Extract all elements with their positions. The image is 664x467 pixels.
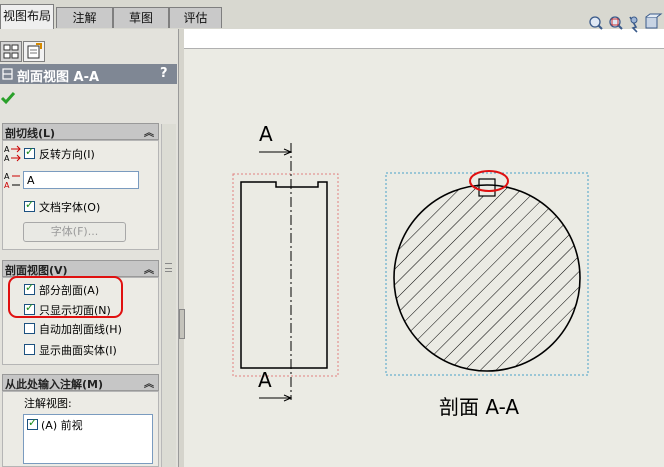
keyway-notch bbox=[478, 178, 496, 197]
section-view-group-header[interactable]: 剖面视图(V) ︽ bbox=[2, 260, 159, 277]
panel-scrollbar[interactable] bbox=[161, 124, 176, 467]
help-button[interactable]: ? bbox=[160, 66, 168, 81]
import-annotations-group-header[interactable]: 从此处输入注解(M) ︽ bbox=[2, 374, 159, 391]
view-settings-icon[interactable] bbox=[645, 13, 663, 29]
highlight-oval bbox=[8, 276, 123, 318]
auto-hatching-checkbox[interactable] bbox=[24, 323, 35, 334]
display-surface-bodies-checkbox[interactable] bbox=[24, 344, 35, 355]
annotation-view-item[interactable]: (A) 前视 bbox=[41, 417, 83, 433]
collapse-chevron-icon[interactable]: ︽ bbox=[144, 261, 154, 276]
font-button: 字体(F)... bbox=[23, 222, 126, 242]
doc-font-checkbox[interactable] bbox=[24, 198, 35, 212]
collapse-chevron-icon[interactable]: ︽ bbox=[144, 124, 154, 139]
command-manager-tabs: 视图布局 注解 草图 评估 bbox=[0, 0, 664, 29]
annotation-views-label: 注解视图: bbox=[24, 397, 72, 410]
section-line-group-header[interactable]: 剖切线(L) ︽ bbox=[2, 123, 159, 140]
rotate-view-icon[interactable] bbox=[629, 16, 638, 33]
auto-hatching-label: 自动加剖面线(H) bbox=[39, 323, 122, 336]
drawing-sheet[interactable]: A A 剖面 A-A bbox=[180, 48, 664, 467]
display-surface-bodies-label: 显示曲面实体(I) bbox=[39, 344, 117, 357]
reverse-direction-icon: A A bbox=[4, 145, 21, 162]
tab-view-layout[interactable]: 视图布局 bbox=[0, 4, 54, 29]
front-view-boundary[interactable] bbox=[232, 173, 339, 377]
annotation-views-list[interactable]: (A) 前视 bbox=[23, 414, 153, 464]
section-label-input[interactable]: A bbox=[23, 171, 139, 189]
tab-annotation[interactable]: 注解 bbox=[56, 7, 113, 28]
zoom-area-icon[interactable] bbox=[609, 16, 623, 30]
svg-text:A: A bbox=[4, 145, 10, 154]
section-view-icon bbox=[2, 68, 13, 80]
collapse-chevron-icon[interactable]: ︽ bbox=[144, 375, 154, 390]
view-toolbar bbox=[589, 13, 663, 33]
svg-text:A: A bbox=[4, 154, 10, 162]
section-letter-bottom: A bbox=[258, 368, 272, 392]
section-view-label: 剖面 A-A bbox=[439, 395, 519, 419]
check-icon[interactable] bbox=[0, 90, 16, 106]
property-manager-icon bbox=[27, 43, 42, 59]
tab-sketch[interactable]: 草图 bbox=[113, 7, 169, 28]
reverse-direction-label: 反转方向(I) bbox=[39, 148, 95, 161]
feature-tree-icon bbox=[3, 44, 19, 59]
zoom-to-fit-icon[interactable] bbox=[589, 16, 603, 30]
doc-font-label: 文档字体(O) bbox=[39, 201, 101, 214]
feature-tree-tab[interactable] bbox=[0, 41, 22, 62]
tab-evaluate[interactable]: 评估 bbox=[169, 7, 222, 28]
svg-text:A: A bbox=[4, 181, 10, 189]
panel-title: 剖面视图 A-A bbox=[17, 70, 100, 85]
section-hatching bbox=[394, 185, 580, 371]
property-manager-tab[interactable] bbox=[23, 41, 45, 62]
section-letter-top: A bbox=[259, 122, 273, 146]
reverse-direction-checkbox[interactable] bbox=[24, 145, 35, 159]
label-icon: A A bbox=[4, 172, 20, 189]
front-view-outline bbox=[240, 181, 328, 369]
scroll-grip[interactable] bbox=[163, 259, 174, 277]
annotation-view-checkbox[interactable] bbox=[27, 416, 38, 430]
svg-text:A: A bbox=[4, 172, 10, 181]
panel-title-bar: 剖面视图 A-A ? bbox=[0, 64, 177, 85]
